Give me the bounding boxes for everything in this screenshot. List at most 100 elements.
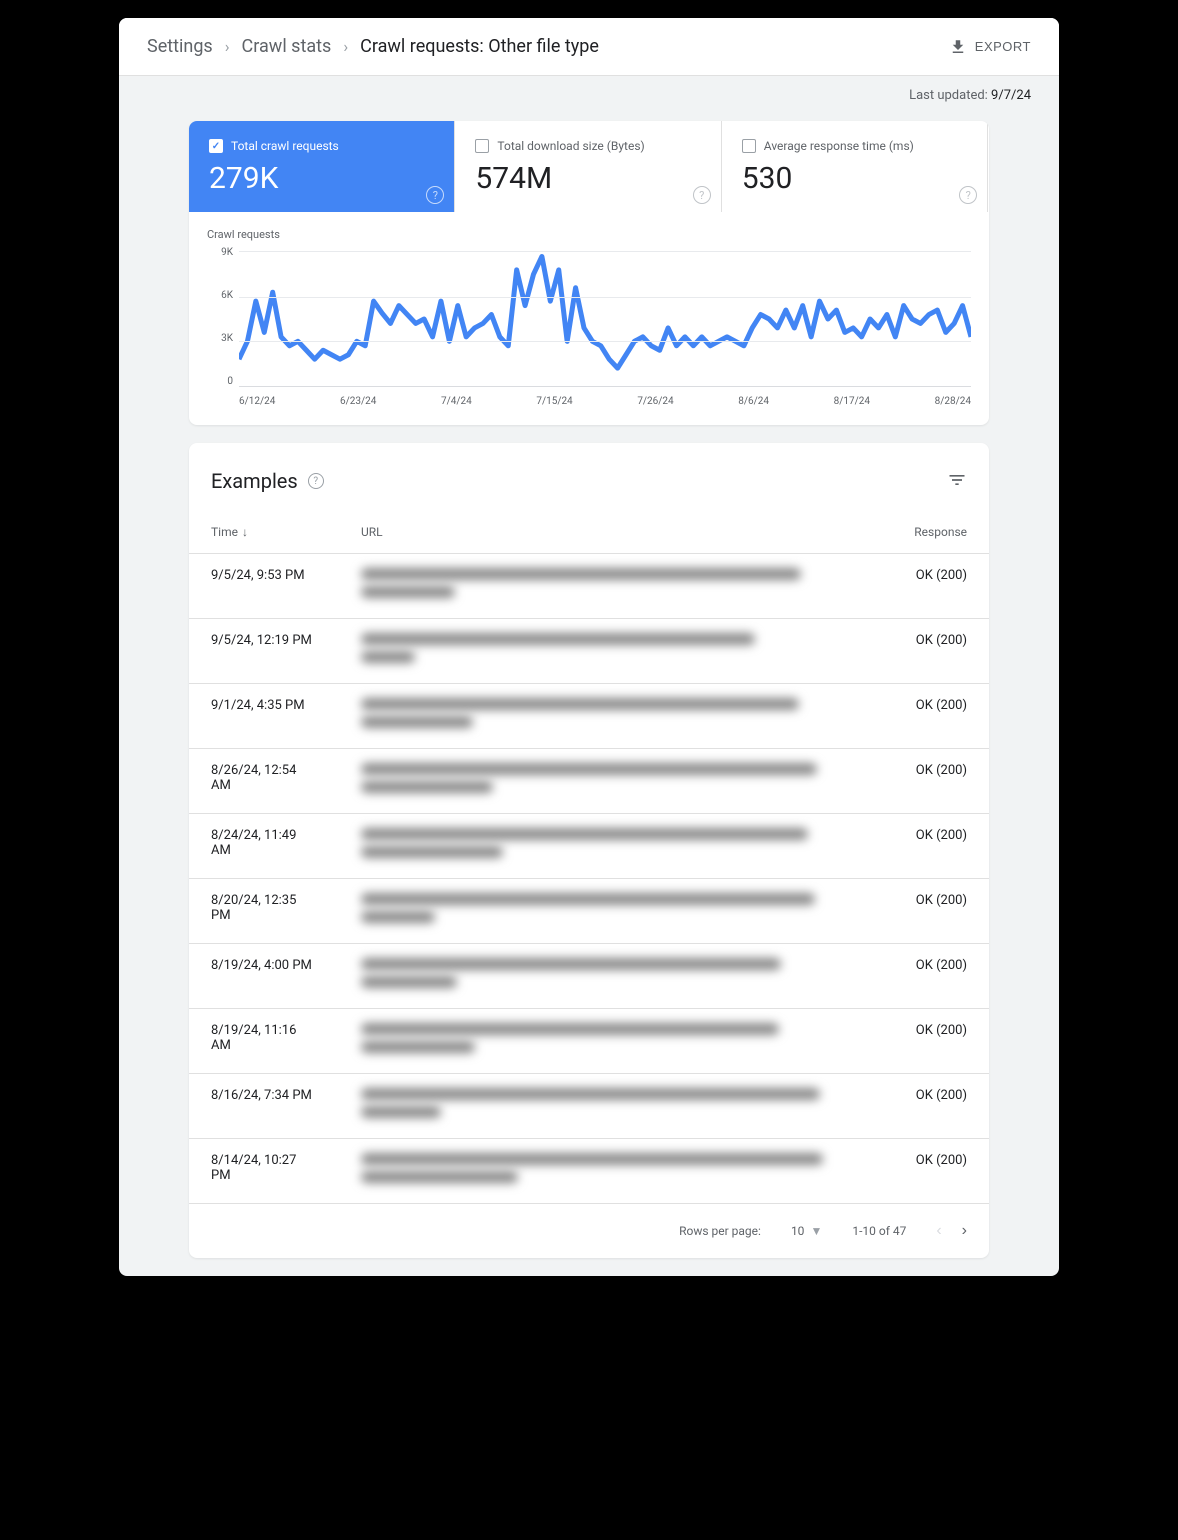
cell-response: OK (200): [869, 1139, 989, 1204]
redacted-url: [361, 763, 817, 775]
table-row[interactable]: 8/16/24, 7:34 PM OK (200): [189, 1074, 989, 1139]
grid-line: [239, 341, 971, 342]
help-icon[interactable]: ?: [693, 186, 711, 204]
checkbox-icon: [742, 139, 756, 153]
cell-url: [339, 1074, 869, 1139]
cell-response: OK (200): [869, 749, 989, 814]
page-range: 1-10 of 47: [852, 1224, 906, 1238]
help-icon[interactable]: ?: [959, 186, 977, 204]
plot: [239, 251, 971, 387]
help-icon[interactable]: ?: [426, 186, 444, 204]
download-icon: [949, 38, 967, 56]
last-updated: Last updated: 9/7/24: [119, 76, 1059, 103]
cell-response: OK (200): [869, 684, 989, 749]
table-row[interactable]: 9/5/24, 12:19 PM OK (200): [189, 619, 989, 684]
redacted-url: [361, 698, 799, 710]
x-tick: 7/4/24: [441, 396, 472, 407]
cell-time: 8/16/24, 7:34 PM: [189, 1074, 339, 1139]
last-updated-date: 9/7/24: [991, 88, 1031, 103]
cell-time: 8/19/24, 11:16 AM: [189, 1009, 339, 1074]
y-axis: 9K 6K 3K 0: [207, 247, 233, 387]
x-axis: 6/12/246/23/247/4/247/15/247/26/248/6/24…: [239, 396, 971, 407]
arrow-down-icon: ↓: [242, 525, 248, 539]
table-row[interactable]: 9/1/24, 4:35 PM OK (200): [189, 684, 989, 749]
redacted-url: [361, 716, 473, 728]
metric-card-2[interactable]: Average response time (ms) 530 ?: [722, 121, 988, 212]
redacted-url: [361, 586, 455, 598]
table-row[interactable]: 8/19/24, 11:16 AM OK (200): [189, 1009, 989, 1074]
metric-card-1[interactable]: Total download size (Bytes) 574M ?: [455, 121, 721, 212]
cell-url: [339, 684, 869, 749]
cell-url: [339, 944, 869, 1009]
cell-time: 8/26/24, 12:54 AM: [189, 749, 339, 814]
redacted-url: [361, 1171, 518, 1183]
x-tick: 8/6/24: [738, 396, 769, 407]
col-response[interactable]: Response: [869, 511, 989, 554]
col-time[interactable]: Time ↓: [189, 511, 339, 554]
y-tick: 9K: [207, 247, 233, 258]
prev-page-button[interactable]: ‹: [936, 1222, 941, 1240]
x-tick: 6/23/24: [340, 396, 376, 407]
table-row[interactable]: 8/26/24, 12:54 AM OK (200): [189, 749, 989, 814]
metric-label: Average response time (ms): [764, 139, 914, 153]
cell-time: 9/5/24, 12:19 PM: [189, 619, 339, 684]
chevron-right-icon: ›: [225, 37, 230, 56]
redacted-url: [361, 828, 808, 840]
cell-url: [339, 1009, 869, 1074]
cell-url: [339, 879, 869, 944]
cell-response: OK (200): [869, 879, 989, 944]
cell-url: [339, 814, 869, 879]
cell-time: 8/19/24, 4:00 PM: [189, 944, 339, 1009]
export-label: EXPORT: [975, 39, 1031, 54]
examples-title-row: Examples ?: [211, 469, 324, 493]
examples-card: Examples ? Time ↓ URL Response 9/5/24, 9:…: [189, 443, 989, 1258]
redacted-url: [361, 893, 815, 905]
header: Settings › Crawl stats › Crawl requests:…: [119, 18, 1059, 76]
export-button[interactable]: EXPORT: [949, 38, 1031, 56]
examples-header: Examples ?: [189, 443, 989, 511]
col-url[interactable]: URL: [339, 511, 869, 554]
filter-icon: [947, 470, 967, 490]
metric-value: 530: [742, 161, 967, 196]
checkbox-icon: [475, 139, 489, 153]
redacted-url: [361, 633, 755, 645]
x-tick: 8/17/24: [834, 396, 870, 407]
breadcrumb-settings[interactable]: Settings: [147, 36, 213, 57]
redacted-url: [361, 958, 781, 970]
rows-per-page-select[interactable]: 10 ▼: [791, 1224, 822, 1238]
help-icon[interactable]: ?: [308, 473, 324, 489]
filter-button[interactable]: [947, 470, 967, 493]
next-page-button[interactable]: ›: [962, 1222, 967, 1240]
cell-time: 9/5/24, 9:53 PM: [189, 554, 339, 619]
redacted-url: [361, 1041, 475, 1053]
metric-label: Total download size (Bytes): [497, 139, 644, 153]
chart-line: [239, 256, 971, 368]
metric-label-row: Total download size (Bytes): [475, 139, 700, 153]
table-row[interactable]: 8/24/24, 11:49 AM OK (200): [189, 814, 989, 879]
examples-title: Examples: [211, 469, 298, 493]
x-tick: 7/26/24: [637, 396, 673, 407]
y-tick: 3K: [207, 333, 233, 344]
table-row[interactable]: 8/14/24, 10:27 PM OK (200): [189, 1139, 989, 1204]
col-time-label: Time: [211, 525, 238, 539]
y-tick: 0: [207, 376, 233, 387]
rows-value: 10: [791, 1224, 805, 1238]
cell-response: OK (200): [869, 944, 989, 1009]
table-row[interactable]: 9/5/24, 9:53 PM OK (200): [189, 554, 989, 619]
metrics-card: Total crawl requests 279K ? Total downlo…: [189, 121, 989, 425]
table-row[interactable]: 8/19/24, 4:00 PM OK (200): [189, 944, 989, 1009]
cell-time: 8/14/24, 10:27 PM: [189, 1139, 339, 1204]
metric-card-0[interactable]: Total crawl requests 279K ?: [189, 121, 455, 212]
breadcrumb: Settings › Crawl stats › Crawl requests:…: [147, 36, 599, 57]
table-row[interactable]: 8/20/24, 12:35 PM OK (200): [189, 879, 989, 944]
redacted-url: [361, 781, 493, 793]
y-tick: 6K: [207, 290, 233, 301]
breadcrumb-crawl-stats[interactable]: Crawl stats: [242, 36, 332, 57]
breadcrumb-current: Crawl requests: Other file type: [360, 36, 599, 57]
chevron-down-icon: ▼: [810, 1224, 822, 1238]
redacted-url: [361, 846, 503, 858]
cell-response: OK (200): [869, 814, 989, 879]
cell-response: OK (200): [869, 619, 989, 684]
rows-per-page-label: Rows per page:: [679, 1224, 761, 1238]
examples-table: Time ↓ URL Response 9/5/24, 9:53 PM OK (2…: [189, 511, 989, 1204]
